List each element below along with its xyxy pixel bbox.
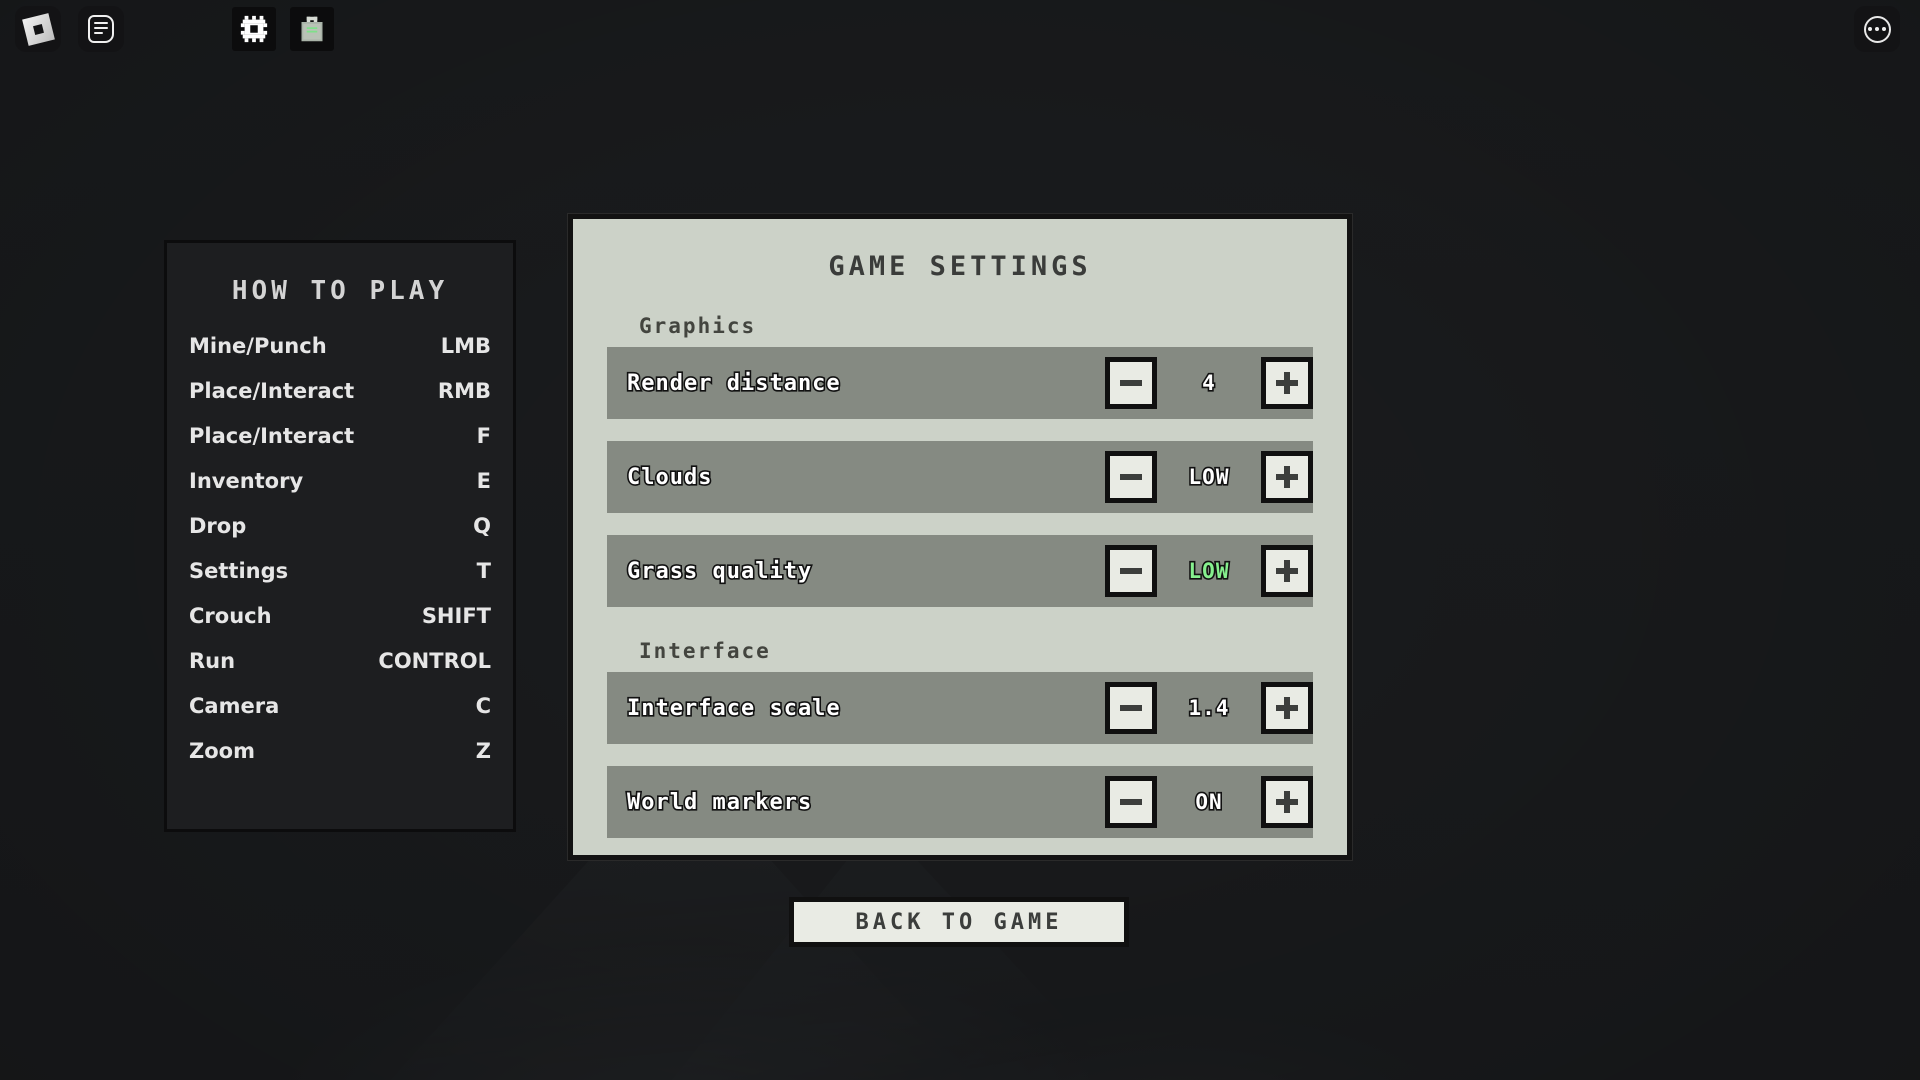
setting-stepper: LOW [1105, 451, 1313, 503]
roblox-logo-button[interactable] [15, 6, 61, 52]
keybind-key: SHIFT [421, 604, 491, 628]
inventory-hotbar-button[interactable] [290, 7, 334, 51]
keybind-key: E [476, 469, 491, 493]
minus-icon [1120, 799, 1142, 805]
keybind-action: Place/Interact [189, 424, 355, 448]
setting-value: LOW [1187, 463, 1230, 490]
roblox-icon [21, 12, 55, 46]
keybind-key: Z [475, 739, 491, 763]
keybind-row: Place/Interact RMB [189, 379, 491, 403]
keybind-action: Crouch [189, 604, 272, 628]
plus-icon [1276, 791, 1298, 813]
how-to-play-list: Mine/Punch LMB Place/Interact RMB Place/Inte… [189, 334, 491, 763]
keybind-row: Crouch SHIFT [189, 604, 491, 628]
back-to-game-button[interactable]: BACK TO GAME [789, 897, 1129, 947]
keybind-action: Camera [189, 694, 280, 718]
keybind-action: Run [189, 649, 236, 673]
keybind-key: CONTROL [378, 649, 491, 673]
more-dots-icon [1863, 15, 1891, 43]
back-to-game-label: BACK TO GAME [855, 909, 1063, 935]
keybind-key: Q [473, 514, 491, 538]
more-menu-button[interactable] [1854, 6, 1900, 52]
settings-section-label: Interface [639, 639, 771, 663]
setting-label: Render distance [625, 369, 841, 397]
increment-button[interactable] [1261, 451, 1313, 503]
setting-row: World markers ON [607, 766, 1313, 838]
keybind-row: Run CONTROL [189, 649, 491, 673]
keybind-key: T [476, 559, 491, 583]
gear-icon [240, 15, 268, 43]
keybind-row: Drop Q [189, 514, 491, 538]
increment-button[interactable] [1261, 776, 1313, 828]
keybind-row: Zoom Z [189, 739, 491, 763]
keybind-action: Drop [189, 514, 247, 538]
keybind-action: Mine/Punch [189, 334, 327, 358]
settings-hotbar-button[interactable] [232, 7, 276, 51]
setting-row: Render distance 4 [607, 347, 1313, 419]
decrement-button[interactable] [1105, 545, 1157, 597]
setting-stepper: 4 [1105, 357, 1313, 409]
setting-label: Grass quality [625, 557, 813, 585]
setting-value: 4 [1201, 369, 1217, 396]
plus-icon [1276, 372, 1298, 394]
increment-button[interactable] [1261, 357, 1313, 409]
setting-label: Clouds [625, 463, 713, 491]
keybind-key: F [476, 424, 491, 448]
game-settings-panel: GAME SETTINGS Graphics Render distance 4 Cl… [567, 213, 1353, 861]
chat-icon [88, 15, 114, 43]
decrement-button[interactable] [1105, 682, 1157, 734]
increment-button[interactable] [1261, 682, 1313, 734]
backpack-icon [301, 16, 323, 42]
setting-value: ON [1194, 788, 1223, 815]
decrement-button[interactable] [1105, 451, 1157, 503]
decrement-button[interactable] [1105, 776, 1157, 828]
how-to-play-title: HOW TO PLAY [231, 276, 449, 306]
increment-button[interactable] [1261, 545, 1313, 597]
plus-icon [1276, 560, 1298, 582]
plus-icon [1276, 697, 1298, 719]
setting-value: 1.4 [1187, 694, 1230, 721]
setting-value: LOW [1187, 557, 1230, 584]
setting-stepper: ON [1105, 776, 1313, 828]
top-toolbar [0, 0, 1920, 62]
chat-button[interactable] [78, 6, 124, 52]
keybind-action: Inventory [189, 469, 304, 493]
minus-icon [1120, 568, 1142, 574]
minus-icon [1120, 474, 1142, 480]
plus-icon [1276, 466, 1298, 488]
keybind-key: LMB [440, 334, 491, 358]
settings-sections: Graphics Render distance 4 Clouds LOW Grass q… [607, 314, 1313, 838]
setting-stepper: 1.4 [1105, 682, 1313, 734]
keybind-action: Settings [189, 559, 289, 583]
setting-stepper: LOW [1105, 545, 1313, 597]
minus-icon [1120, 380, 1142, 386]
decrement-button[interactable] [1105, 357, 1157, 409]
keybind-row: Settings T [189, 559, 491, 583]
keybind-key: RMB [437, 379, 491, 403]
setting-label: Interface scale [625, 694, 841, 722]
keybind-row: Place/Interact F [189, 424, 491, 448]
keybind-row: Mine/Punch LMB [189, 334, 491, 358]
keybind-row: Inventory E [189, 469, 491, 493]
setting-row: Grass quality LOW [607, 535, 1313, 607]
setting-row: Clouds LOW [607, 441, 1313, 513]
keybind-key: C [475, 694, 491, 718]
how-to-play-panel: HOW TO PLAY Mine/Punch LMB Place/Interact R… [164, 240, 516, 832]
keybind-action: Zoom [189, 739, 255, 763]
setting-row: Interface scale 1.4 [607, 672, 1313, 744]
minus-icon [1120, 705, 1142, 711]
game-screen: HOW TO PLAY Mine/Punch LMB Place/Interact R… [0, 0, 1920, 1080]
settings-section-label: Graphics [639, 314, 757, 338]
page-title: GAME SETTINGS [828, 251, 1092, 282]
setting-label: World markers [625, 788, 813, 816]
keybind-action: Place/Interact [189, 379, 355, 403]
keybind-row: Camera C [189, 694, 491, 718]
